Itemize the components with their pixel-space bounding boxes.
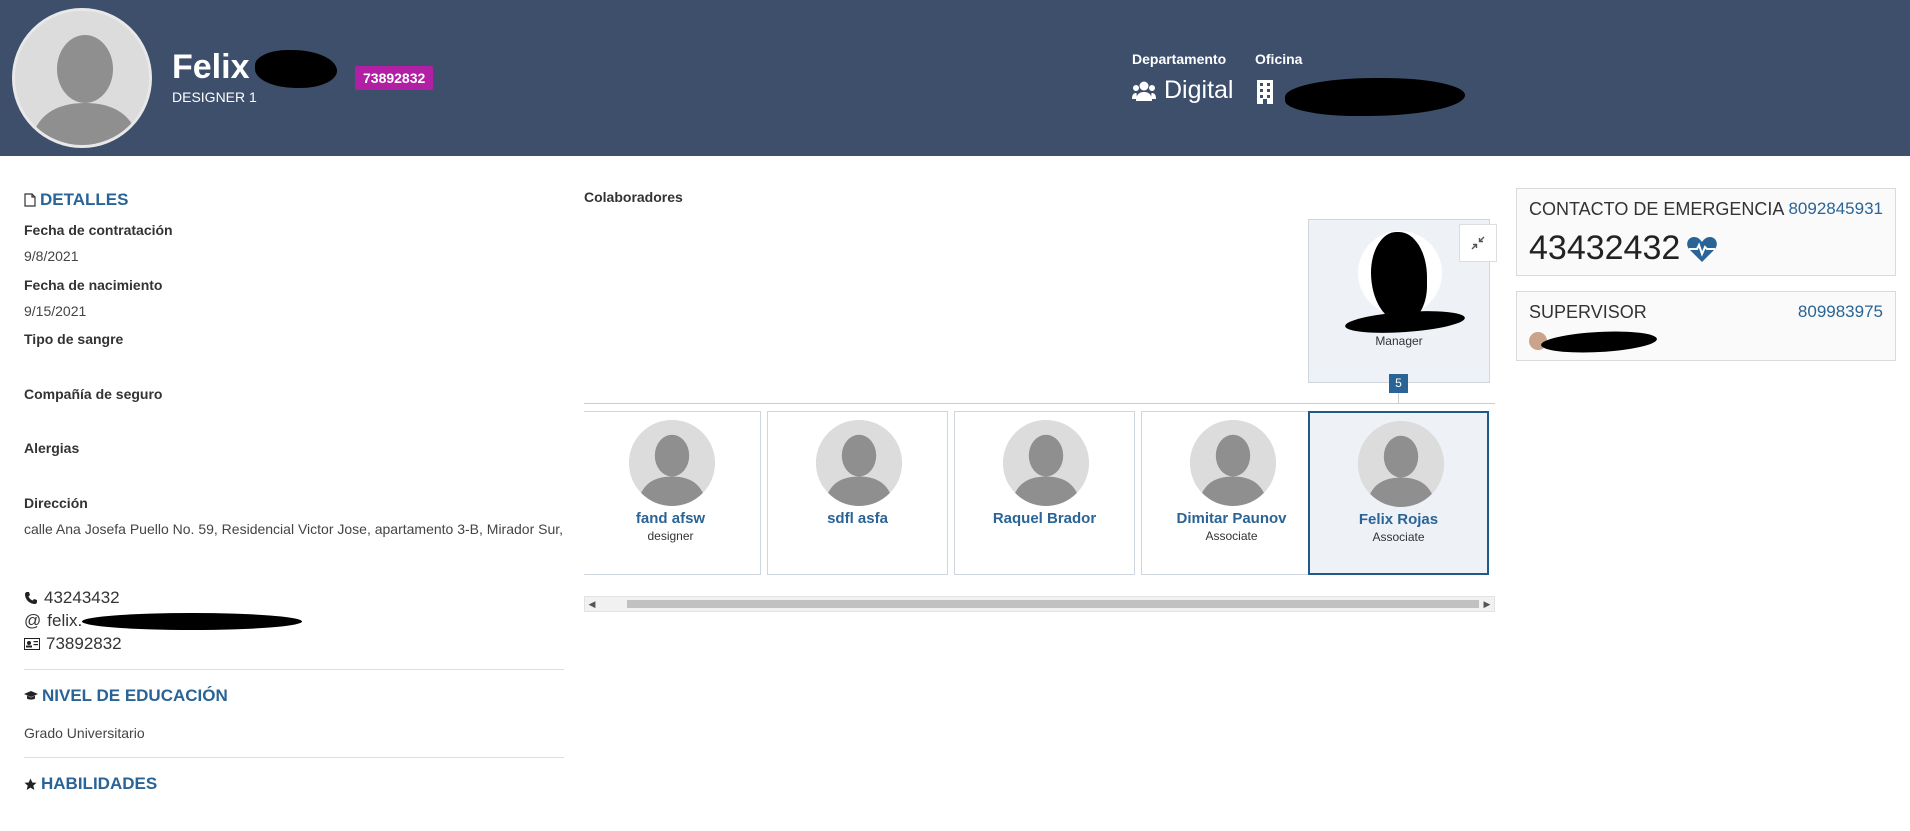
id-card-value: 73892832 xyxy=(46,634,122,653)
avatar-icon xyxy=(1003,420,1089,506)
redaction-mark xyxy=(1285,78,1465,116)
scroll-right-arrow-icon[interactable]: ▶ xyxy=(1480,597,1494,611)
avatar-icon xyxy=(15,11,149,145)
supervisor-label: SUPERVISOR xyxy=(1529,302,1647,322)
phone-icon xyxy=(25,592,37,604)
scrollbar-thumb[interactable] xyxy=(627,600,1479,608)
emergency-contact-card: CONTACTO DE EMERGENCIA 8092845931 434324… xyxy=(1516,188,1896,276)
phone-value: 43243432 xyxy=(44,588,120,607)
emergency-number: 43432432 xyxy=(1529,229,1681,267)
education-level: Grado Universitario xyxy=(24,725,145,741)
allergies-label: Alergias xyxy=(24,440,80,456)
emergency-number-line: 43432432 xyxy=(1529,229,1718,268)
department-value: Digital xyxy=(1132,76,1233,105)
avatar-icon xyxy=(816,420,902,506)
tree-connector xyxy=(1398,393,1399,403)
document-icon xyxy=(24,193,36,207)
redaction-mark xyxy=(255,50,337,88)
email-line[interactable]: @ felix. xyxy=(24,611,302,631)
avatar-icon xyxy=(1190,420,1276,506)
collaborators-strip: fand afsw designer sdfl asfa Raquel Brad… xyxy=(584,409,1495,577)
id-card-line: 73892832 xyxy=(24,634,122,654)
skills-section-title: HABILIDADES xyxy=(24,774,157,794)
profile-header: Felix DESIGNER 1 73892832 Departamento O… xyxy=(0,0,1910,156)
employee-id-badge: 73892832 xyxy=(355,66,434,90)
collapse-button[interactable] xyxy=(1459,224,1497,262)
heartbeat-icon xyxy=(1687,236,1718,262)
hire-date-label: Fecha de contratación xyxy=(24,222,173,238)
redaction-mark xyxy=(1344,307,1466,337)
id-card-icon xyxy=(24,638,40,650)
redaction-mark xyxy=(82,613,302,630)
compress-icon xyxy=(1471,236,1485,250)
manager-card[interactable]: Manager xyxy=(1308,219,1497,383)
department-name: Digital xyxy=(1164,76,1234,104)
tree-connector xyxy=(584,403,1495,404)
details-section-title: DETALLES xyxy=(24,190,128,210)
collaborator-card-selected[interactable]: Felix Rojas Associate xyxy=(1308,411,1489,575)
collaborators-title: Colaboradores xyxy=(584,189,683,205)
building-icon xyxy=(1256,80,1274,109)
birth-date-value: 9/15/2021 xyxy=(24,303,87,319)
emergency-contact-label: CONTACTO DE EMERGENCIA xyxy=(1529,199,1785,219)
collaborator-name[interactable]: sdfl asfa xyxy=(768,510,947,527)
at-icon: @ xyxy=(24,611,42,630)
collaborator-name[interactable]: fand afsw xyxy=(584,510,760,527)
education-section-title: NIVEL DE EDUCACIÓN xyxy=(24,686,228,706)
phone-line: 43243432 xyxy=(24,588,120,608)
address-label: Dirección xyxy=(24,495,88,511)
avatar-icon xyxy=(629,420,715,506)
collaborator-role: Associate xyxy=(1205,529,1258,543)
address-value: calle Ana Josefa Puello No. 59, Residenc… xyxy=(24,521,564,537)
employee-name: Felix xyxy=(172,48,250,86)
supervisor-card: SUPERVISOR 809983975 xyxy=(1516,291,1896,361)
supervisor-phone[interactable]: 809983975 xyxy=(1798,302,1883,322)
insurance-label: Compañía de seguro xyxy=(24,386,163,402)
collaborator-name[interactable]: Dimitar Paunov xyxy=(1142,510,1321,527)
blood-type-label: Tipo de sangre xyxy=(24,331,124,347)
scroll-left-arrow-icon[interactable]: ◀ xyxy=(585,597,599,611)
hire-date-value: 9/8/2021 xyxy=(24,248,79,264)
collaborator-card[interactable]: Dimitar Paunov Associate xyxy=(1141,411,1322,575)
collaborator-card[interactable]: fand afsw designer xyxy=(584,411,761,575)
collaborator-name[interactable]: Felix Rojas xyxy=(1310,511,1487,528)
employee-avatar xyxy=(12,8,152,148)
horizontal-scrollbar[interactable]: ◀ ▶ xyxy=(584,596,1495,612)
manager-role: Manager xyxy=(1375,334,1423,348)
collaborator-role: Associate xyxy=(1372,530,1425,544)
emergency-contact-phone[interactable]: 8092845931 xyxy=(1788,199,1883,219)
star-icon xyxy=(24,778,37,790)
email-value[interactable]: felix. xyxy=(47,611,82,631)
details-title-text: DETALLES xyxy=(40,190,129,209)
redaction-mark xyxy=(1540,328,1658,356)
birth-date-label: Fecha de nacimiento xyxy=(24,277,163,293)
collaborators-count-badge[interactable]: 5 xyxy=(1389,374,1408,393)
education-title-text: NIVEL DE EDUCACIÓN xyxy=(42,686,228,705)
collaborator-card[interactable]: Raquel Brador xyxy=(954,411,1135,575)
employee-job-title: DESIGNER 1 xyxy=(172,89,257,105)
collaborator-name[interactable]: Raquel Brador xyxy=(955,510,1134,527)
skills-title-text: HABILIDADES xyxy=(41,774,158,793)
avatar-icon xyxy=(1358,421,1444,507)
divider xyxy=(24,757,564,758)
department-label: Departamento xyxy=(1132,51,1227,67)
graduation-cap-icon xyxy=(24,691,38,700)
collaborator-card[interactable]: sdfl asfa xyxy=(767,411,948,575)
divider xyxy=(24,669,564,670)
collaborator-role: designer xyxy=(647,529,694,543)
office-label: Oficina xyxy=(1255,51,1303,67)
group-icon xyxy=(1132,81,1156,101)
